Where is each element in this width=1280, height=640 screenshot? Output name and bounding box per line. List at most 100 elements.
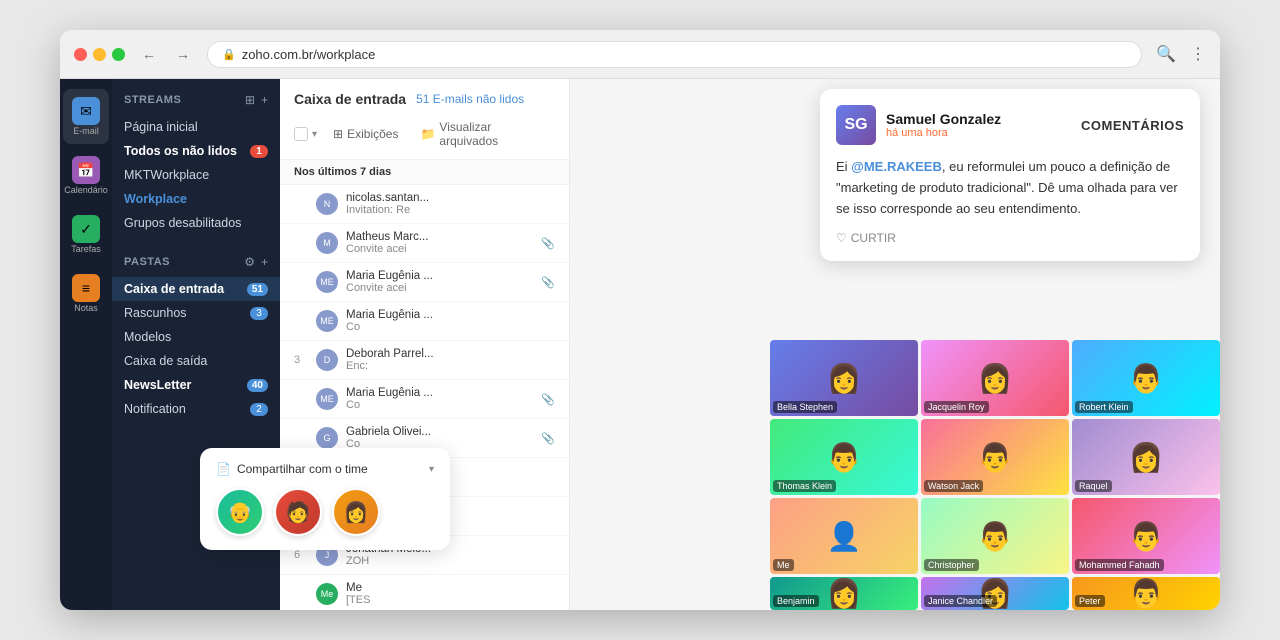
email-sender: nicolas.santan... [346,192,555,204]
email-row[interactable]: MMatheus Marc...Convite acei📎 [280,224,569,263]
email-subject: ZOH [346,555,555,567]
heart-icon: ♡ [836,231,847,245]
nav-item-disabled-groups[interactable]: Grupos desabilitados [112,211,280,235]
nav-item-workplace[interactable]: Workplace [112,187,280,211]
comment-text-start: Ei [836,159,851,174]
pastas-title: PASTAS [124,256,170,268]
share-avatar-3[interactable]: 👩 [332,488,380,536]
email-row[interactable]: Nnicolas.santan...Invitation: Re [280,185,569,224]
video-cell-6: 👩 Raquel [1072,419,1220,495]
email-toolbar: ▾ ⊞ Exibições 📁 Visualizar arquivados [294,117,555,151]
comment-text: Ei @ME.RAKEEB, eu reformulei um pouco a … [836,157,1184,219]
select-all-checkbox[interactable]: ▾ [294,127,317,141]
nav-item-home[interactable]: Página inicial [112,115,280,139]
comment-actions: ♡ CURTIR [836,231,1184,245]
share-dropdown-icon[interactable]: ▾ [429,464,434,475]
archive-label: Visualizar arquivados [439,120,549,148]
sidebar-item-tasks[interactable]: ✓ Tarefas [63,207,109,262]
folder-item-inbox[interactable]: Caixa de entrada 51 [112,277,280,301]
video-label-8: Christopher [924,559,979,571]
folder-notification-label: Notification [124,402,186,416]
minimize-button-icon[interactable] [93,48,106,61]
address-bar[interactable]: 🔒 zoho.com.br/workplace [207,41,1142,68]
video-cell-12: 👨 Peter [1072,577,1220,610]
sender-avatar-icon: ME [316,388,338,410]
email-row[interactable]: 3DDeborah Parrel...Enc: [280,341,569,380]
sender-avatar-icon: N [316,193,338,215]
email-row[interactable]: MEMaria Eugênia ...Co📎 [280,380,569,419]
filter-label: Exibições [347,127,398,141]
filter-button[interactable]: ⊞ Exibições [327,124,404,144]
tasks-icon: ✓ [72,215,100,243]
folder-item-drafts[interactable]: Rascunhos 3 [112,301,280,325]
email-row[interactable]: MEMaria Eugênia ...Co [280,302,569,341]
video-label-7: Me [773,559,794,571]
archive-button[interactable]: 📁 Visualizar arquivados [414,117,555,151]
maximize-button-icon[interactable] [112,48,125,61]
email-subject: Co [346,399,533,411]
comment-header: SG Samuel Gonzalez há uma hora COMENTÁRI… [836,105,1184,145]
email-icon-label: E-mail [73,127,99,136]
person-icon-1: 👴 [218,490,262,534]
email-sender: Gabriela Olivei... [346,426,533,438]
sidebar-icon-strip: ✉ E-mail 📅 Calendário ✓ Tarefas ≡ Notas [60,79,112,610]
video-label-11: Janice Chandler [924,595,997,607]
close-button-icon[interactable] [74,48,87,61]
sidebar-item-calendar[interactable]: 📅 Calendário [63,148,109,203]
email-row-num: 6 [294,549,308,561]
email-row-content: Me[TES [346,582,555,606]
email-subject: Convite acei [346,282,533,294]
sender-avatar-icon: Me [316,583,338,605]
menu-icon[interactable]: ⋮ [1190,44,1206,64]
video-label-2: Jacquelin Roy [924,401,989,413]
calendar-icon: 📅 [72,156,100,184]
search-icon[interactable]: 🔍 [1152,40,1180,68]
pastas-settings-icon[interactable]: ⚙ [244,255,255,269]
archive-icon: 📁 [420,127,435,141]
nav-item-unread[interactable]: Todos os não lidos 1 [112,139,280,163]
folder-item-outbox[interactable]: Caixa de saída [112,349,280,373]
url-text: zoho.com.br/workplace [242,47,376,62]
sidebar-item-notes[interactable]: ≡ Notas [63,266,109,321]
share-avatar-2[interactable]: 🧑 [274,488,322,536]
email-row[interactable]: MeMe[TES [280,575,569,610]
sender-avatar-icon: G [316,427,338,449]
streams-add-icon[interactable]: + [261,93,268,107]
email-sender: Deborah Parrel... [346,348,555,360]
pastas-add-icon[interactable]: + [261,255,268,269]
chevron-down-icon: ▾ [312,129,317,140]
sender-avatar-icon: ME [316,271,338,293]
streams-settings-icon[interactable]: ⊞ [245,93,255,107]
comment-user-info: Samuel Gonzalez há uma hora [886,111,1071,139]
filter-icon: ⊞ [333,127,343,141]
email-row-content: Matheus Marc...Convite acei [346,231,533,255]
folder-templates-label: Modelos [124,330,171,344]
main-content-area: SG Samuel Gonzalez há uma hora COMENTÁRI… [570,79,1220,610]
inbox-title: Caixa de entrada [294,91,406,107]
email-subject: Convite acei [346,243,533,255]
forward-button[interactable]: → [169,40,197,68]
folder-item-notification[interactable]: Notification 2 [112,397,280,421]
back-button[interactable]: ← [135,40,163,68]
notes-icon: ≡ [72,274,100,302]
sender-avatar-icon: ME [316,310,338,332]
video-cell-3: 👨 Robert Klein [1072,340,1220,416]
email-row[interactable]: MEMaria Eugênia ...Convite acei📎 [280,263,569,302]
sender-avatar-icon: D [316,349,338,371]
email-row-content: Maria Eugênia ...Convite acei [346,270,533,294]
email-row-content: Gabriela Olivei...Co [346,426,533,450]
folder-item-newsletter[interactable]: NewsLetter 40 [112,373,280,397]
unread-badge: 1 [250,145,268,158]
email-section-label: Nos últimos 7 dias [280,160,569,185]
video-cell-10: 👩 Benjamin [770,577,918,610]
video-label-6: Raquel [1075,480,1112,492]
sender-avatar-icon: M [316,232,338,254]
like-button[interactable]: ♡ CURTIR [836,231,896,245]
share-avatar-1[interactable]: 👴 [216,488,264,536]
nav-item-mktworkplace[interactable]: MKTWorkplace [112,163,280,187]
folder-item-templates[interactable]: Modelos [112,325,280,349]
like-label: CURTIR [851,231,896,245]
email-sender: Me [346,582,555,594]
sidebar-item-email[interactable]: ✉ E-mail [63,89,109,144]
streams-actions: ⊞ + [245,93,268,107]
